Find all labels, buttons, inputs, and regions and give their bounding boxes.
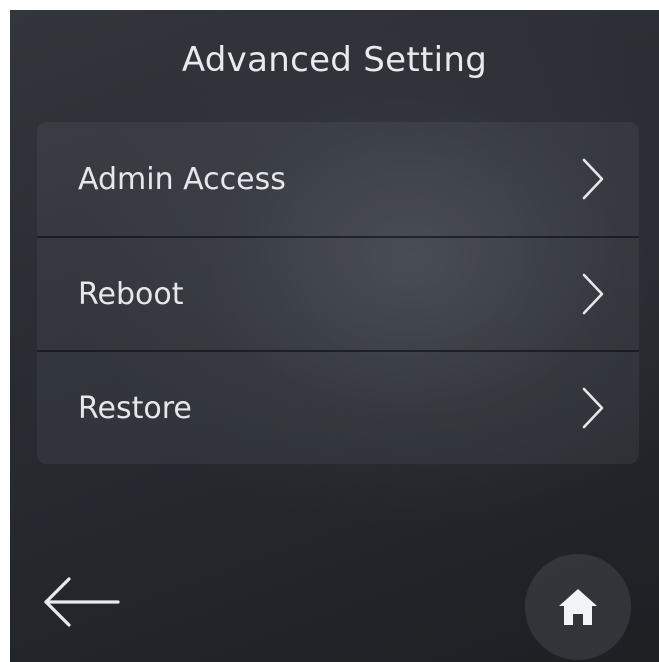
menu-item-label: Admin Access bbox=[78, 161, 286, 197]
menu-item-admin-access[interactable]: Admin Access bbox=[37, 122, 639, 236]
menu-item-label: Reboot bbox=[78, 276, 184, 312]
chevron-right-icon bbox=[582, 273, 604, 315]
back-button[interactable] bbox=[42, 576, 122, 628]
menu-item-reboot[interactable]: Reboot bbox=[37, 236, 639, 350]
device-screen: Advanced Setting Admin Access Reboot Res… bbox=[10, 10, 659, 662]
menu-item-label: Restore bbox=[78, 390, 192, 426]
page-title: Advanced Setting bbox=[181, 40, 488, 80]
arrow-left-icon bbox=[44, 577, 120, 627]
settings-menu: Admin Access Reboot Restore bbox=[37, 122, 639, 464]
home-button[interactable] bbox=[525, 554, 631, 660]
menu-item-restore[interactable]: Restore bbox=[37, 350, 639, 464]
home-icon bbox=[559, 589, 597, 625]
chevron-right-icon bbox=[582, 387, 604, 429]
chevron-right-icon bbox=[582, 158, 604, 200]
